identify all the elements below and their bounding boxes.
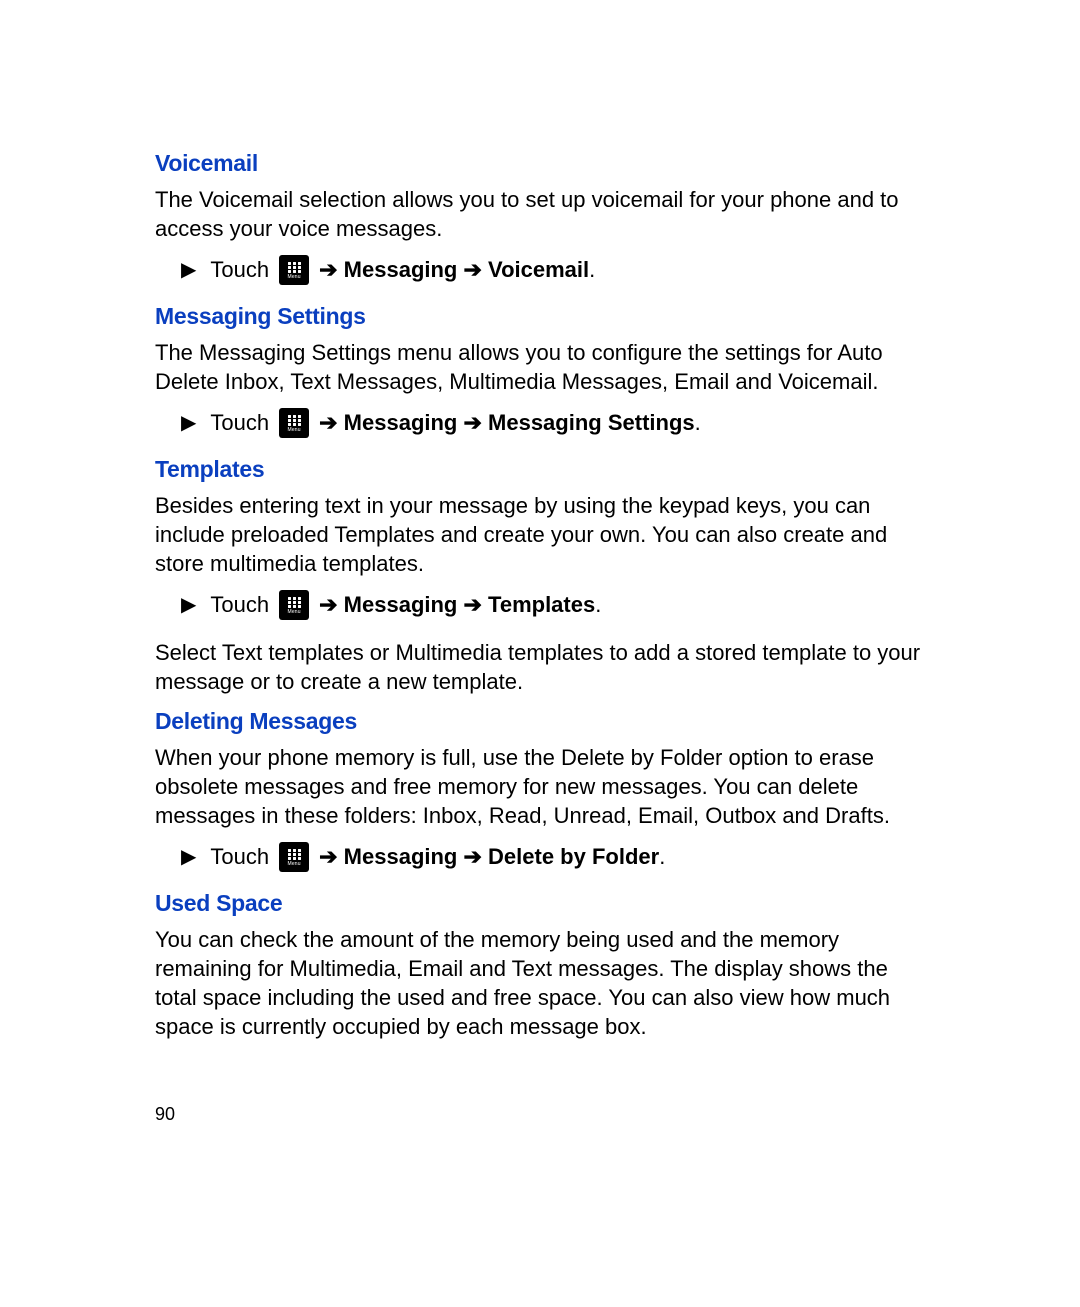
- step-touch-label: Touch: [210, 410, 269, 436]
- manual-page: Voicemail The Voicemail selection allows…: [0, 0, 1080, 1125]
- section-voicemail: Voicemail The Voicemail selection allows…: [155, 150, 925, 285]
- body-voicemail: The Voicemail selection allows you to se…: [155, 185, 925, 243]
- menu-icon-label: Menu: [287, 275, 300, 280]
- step-bullet-icon: ▶: [181, 413, 196, 433]
- step-templates: ▶ Touch Menu ➔ Messaging ➔ Templates.: [181, 590, 925, 620]
- step-path-messaging-settings: Messaging ➔ Messaging Settings: [344, 410, 695, 435]
- menu-icon-label: Menu: [287, 428, 300, 433]
- heading-templates: Templates: [155, 456, 925, 483]
- menu-icon: Menu: [279, 590, 309, 620]
- step-bullet-icon: ▶: [181, 260, 196, 280]
- arrow-icon: ➔: [319, 592, 337, 617]
- section-deleting-messages: Deleting Messages When your phone memory…: [155, 708, 925, 872]
- body-messaging-settings: The Messaging Settings menu allows you t…: [155, 338, 925, 396]
- step-bullet-icon: ▶: [181, 847, 196, 867]
- step-period: .: [595, 592, 601, 617]
- step-period: .: [589, 257, 595, 282]
- step-touch-label: Touch: [210, 592, 269, 618]
- step-bullet-icon: ▶: [181, 595, 196, 615]
- arrow-icon: ➔: [319, 844, 337, 869]
- heading-voicemail: Voicemail: [155, 150, 925, 177]
- menu-icon-label: Menu: [287, 610, 300, 615]
- step-path-delete: Messaging ➔ Delete by Folder: [344, 844, 660, 869]
- heading-deleting-messages: Deleting Messages: [155, 708, 925, 735]
- body-used-space: You can check the amount of the memory b…: [155, 925, 925, 1041]
- step-path-templates: Messaging ➔ Templates: [344, 592, 596, 617]
- heading-messaging-settings: Messaging Settings: [155, 303, 925, 330]
- step-touch-label: Touch: [210, 844, 269, 870]
- menu-icon-label: Menu: [287, 862, 300, 867]
- step-deleting-messages: ▶ Touch Menu ➔ Messaging ➔ Delete by Fol…: [181, 842, 925, 872]
- step-path-voicemail: Messaging ➔ Voicemail: [344, 257, 589, 282]
- step-period: .: [659, 844, 665, 869]
- body-templates-2: Select Text templates or Multimedia temp…: [155, 638, 925, 696]
- menu-icon: Menu: [279, 255, 309, 285]
- step-messaging-settings: ▶ Touch Menu ➔ Messaging ➔ Messaging Set…: [181, 408, 925, 438]
- section-messaging-settings: Messaging Settings The Messaging Setting…: [155, 303, 925, 438]
- heading-used-space: Used Space: [155, 890, 925, 917]
- menu-icon: Menu: [279, 842, 309, 872]
- arrow-icon: ➔: [319, 257, 337, 282]
- body-deleting-messages: When your phone memory is full, use the …: [155, 743, 925, 830]
- step-period: .: [695, 410, 701, 435]
- step-touch-label: Touch: [210, 257, 269, 283]
- step-voicemail: ▶ Touch Menu ➔ Messaging ➔ Voicemail.: [181, 255, 925, 285]
- menu-icon: Menu: [279, 408, 309, 438]
- body-templates: Besides entering text in your message by…: [155, 491, 925, 578]
- arrow-icon: ➔: [319, 410, 337, 435]
- section-templates: Templates Besides entering text in your …: [155, 456, 925, 696]
- page-number: 90: [155, 1104, 925, 1125]
- section-used-space: Used Space You can check the amount of t…: [155, 890, 925, 1041]
